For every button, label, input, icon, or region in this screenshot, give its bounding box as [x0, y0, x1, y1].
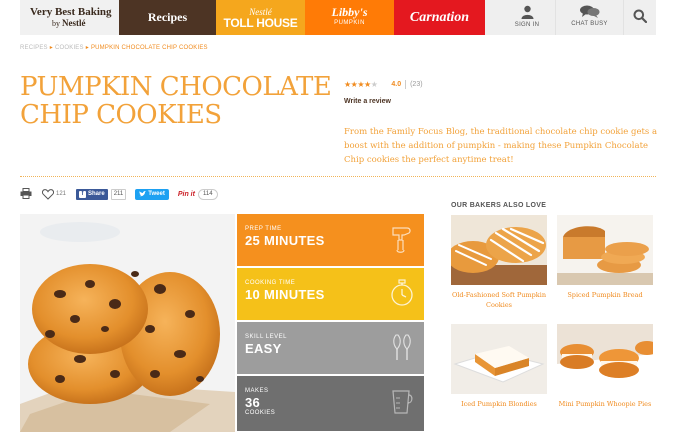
facebook-share-button[interactable]: f Share	[76, 188, 108, 200]
chat-bubbles-icon	[579, 5, 599, 18]
favorite-count: 121	[56, 191, 67, 197]
social-bar: 121 f Share 211 Tweet Pin it 114	[20, 186, 218, 202]
also-love-title: OUR BAKERS ALSO LOVE	[451, 202, 547, 209]
breadcrumb-recipes[interactable]: RECIPES	[20, 45, 48, 51]
also-love-item[interactable]: Iced Pumpkin Blondies	[451, 324, 547, 409]
top-nav: Very Best Baking by Nestlé Recipes Nestl…	[20, 0, 656, 35]
also-love-item[interactable]: Spiced Pumpkin Bread	[557, 215, 653, 300]
cookies-photo	[20, 214, 235, 432]
also-love-item[interactable]: Mini Pumpkin Whoopie Pies	[557, 324, 653, 409]
breadcrumb: RECIPES ▸ COOKIES ▸ PUMPKIN CHOCOLATE CHIP C…	[20, 45, 208, 51]
rating-summary[interactable]: ★★★★★ 4.0 (23)	[344, 80, 423, 89]
nav-recipes[interactable]: Recipes	[119, 0, 216, 35]
mixer-icon	[392, 227, 411, 253]
also-love-caption[interactable]: Old-Fashioned Soft Pumpkin Cookies	[451, 290, 547, 310]
recipe-description: From the Family Focus Blog, the traditio…	[344, 127, 658, 165]
print-button[interactable]	[20, 187, 32, 201]
search-button[interactable]	[623, 0, 656, 35]
libbys-sub-text: PUMPKIN	[334, 19, 365, 26]
twitter-bird-icon	[139, 191, 147, 197]
breadcrumb-current: PUMPKIN CHOCOLATE CHIP COOKIES	[90, 45, 208, 51]
tollhouse-name-text: TOLL HOUSE	[223, 15, 298, 30]
pin-count: 114	[197, 188, 218, 200]
also-love-caption[interactable]: Mini Pumpkin Whoopie Pies	[557, 399, 653, 409]
heart-icon	[42, 188, 54, 200]
sign-in-button[interactable]: SIGN IN	[499, 0, 555, 35]
facebook-icon: f	[79, 190, 87, 198]
soft-pumpkin-cookies-image	[451, 215, 547, 285]
prep-time-tile: PREP TIME 25 MINUTES	[237, 214, 424, 266]
facebook-share-count: 211	[110, 188, 127, 200]
rating-count: (23)	[410, 81, 423, 88]
favorite-button[interactable]: 121	[42, 188, 67, 200]
facebook-share-label: Share	[88, 191, 105, 197]
recipe-stats: PREP TIME 25 MINUTES COOKING TIME 10 MIN…	[237, 214, 424, 433]
also-love-caption[interactable]: Spiced Pumpkin Bread	[557, 290, 653, 300]
tweet-button[interactable]: Tweet	[135, 188, 169, 200]
makes-tile: MAKES 36 COOKIES	[237, 376, 424, 431]
search-icon	[633, 9, 647, 23]
rating-value: 4.0	[391, 81, 402, 88]
skill-level-tile: SKILL LEVEL EASY	[237, 322, 424, 374]
tweet-label: Tweet	[148, 191, 165, 197]
breadcrumb-cookies[interactable]: COOKIES	[55, 45, 84, 51]
site-logo[interactable]: Very Best Baking by Nestlé	[20, 0, 119, 35]
pin-it-button[interactable]: Pin it	[178, 191, 195, 198]
libbys-name-text: Libby's	[331, 4, 368, 19]
nav-libbys-brand[interactable]: Libby's PUMPKIN	[305, 0, 394, 35]
page-title: PUMPKIN CHOCOLATE CHIP COOKIES	[20, 72, 332, 130]
user-icon	[521, 5, 533, 19]
also-love-item[interactable]: Old-Fashioned Soft Pumpkin Cookies	[451, 215, 547, 310]
chat-label: CHAT BUSY	[571, 21, 608, 27]
logo-title: Very Best Baking	[30, 6, 112, 18]
also-love-caption[interactable]: Iced Pumpkin Blondies	[451, 399, 547, 409]
stopwatch-icon	[391, 279, 413, 306]
divider	[20, 176, 656, 177]
spiced-pumpkin-bread-image	[557, 215, 653, 285]
whisk-icon	[393, 334, 411, 360]
cooking-time-tile: COOKING TIME 10 MINUTES	[237, 268, 424, 320]
write-review-link[interactable]: Write a review	[344, 98, 391, 105]
measuring-cup-icon	[392, 390, 413, 414]
recipe-hero-image	[20, 214, 235, 432]
mini-pumpkin-whoopie-pies-image	[557, 324, 653, 394]
chat-button[interactable]: CHAT BUSY	[555, 0, 623, 35]
nav-carnation-brand[interactable]: Carnation	[394, 0, 485, 35]
printer-icon	[20, 187, 32, 199]
nav-tollhouse-brand[interactable]: Nestlé TOLL HOUSE	[216, 0, 305, 35]
logo-subtitle: by Nestlé	[52, 18, 86, 28]
rating-stars: ★★★★★	[344, 80, 378, 89]
sign-in-label: SIGN IN	[514, 22, 540, 28]
iced-pumpkin-blondies-image	[451, 324, 547, 394]
